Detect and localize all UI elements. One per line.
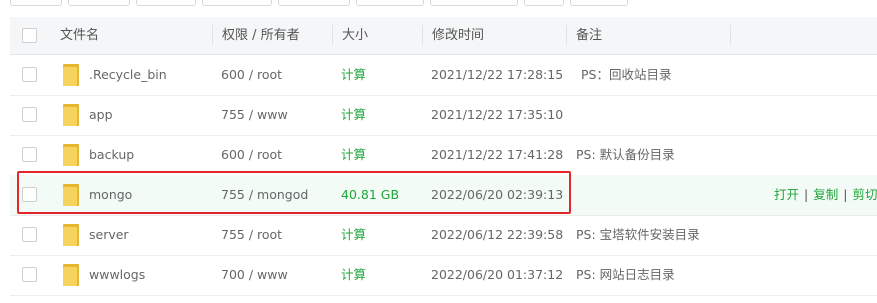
calc-size-link[interactable]: 计算 bbox=[341, 255, 366, 295]
file-name[interactable]: mongo bbox=[89, 175, 132, 215]
file-name[interactable]: .Recycle_bin bbox=[89, 55, 167, 95]
toolbar-button[interactable] bbox=[10, 0, 62, 6]
file-permission[interactable]: 755 / mongod bbox=[221, 175, 308, 215]
calc-size-link[interactable]: 计算 bbox=[341, 55, 366, 95]
file-remark[interactable]: PS：回收站目录 bbox=[581, 55, 671, 95]
header-permission[interactable]: 权限 / 所有者 bbox=[222, 17, 300, 54]
file-mtime: 2021/12/22 17:28:15 bbox=[431, 67, 564, 82]
file-mtime: 2021/12/22 17:35:10 bbox=[431, 107, 564, 122]
folder-icon bbox=[63, 224, 79, 246]
file-remark[interactable]: PS: 网站日志目录 bbox=[576, 255, 675, 295]
header-remark[interactable]: 备注 bbox=[576, 17, 602, 54]
toolbar-button[interactable] bbox=[570, 0, 628, 6]
row-actions: 打开|复制|剪切| bbox=[774, 175, 877, 215]
toolbar-button[interactable] bbox=[524, 0, 564, 6]
header-mtime[interactable]: 修改时间 bbox=[432, 17, 484, 54]
header-divider bbox=[730, 25, 731, 45]
header-size[interactable]: 大小 bbox=[342, 17, 368, 54]
file-permission[interactable]: 600 / root bbox=[221, 135, 282, 175]
file-row-app[interactable]: app 755 / www 计算 2021/12/22 17:35:10 bbox=[10, 95, 877, 136]
toolbar-button[interactable] bbox=[136, 0, 196, 6]
row-checkbox[interactable] bbox=[22, 107, 37, 122]
action-divider: | bbox=[804, 187, 809, 202]
header-divider bbox=[422, 25, 423, 45]
open-action[interactable]: 打开 bbox=[774, 187, 799, 202]
file-permission[interactable]: 755 / root bbox=[221, 215, 282, 255]
toolbar-button[interactable] bbox=[202, 0, 272, 6]
calc-size-link[interactable]: 计算 bbox=[341, 95, 366, 135]
cut-action[interactable]: 剪切 bbox=[852, 187, 877, 202]
file-name[interactable]: server bbox=[89, 215, 129, 255]
file-row-mongo[interactable]: mongo 755 / mongod 40.81 GB 2022/06/20 0… bbox=[10, 175, 877, 216]
file-mtime: 2022/06/20 02:39:13 bbox=[431, 187, 564, 202]
select-all-checkbox[interactable] bbox=[22, 28, 37, 43]
toolbar-button[interactable] bbox=[356, 0, 424, 6]
row-checkbox[interactable] bbox=[22, 147, 37, 162]
file-row-backup[interactable]: backup 600 / root 计算 2021/12/22 17:41:28… bbox=[10, 135, 877, 176]
folder-icon bbox=[63, 264, 79, 286]
copy-action[interactable]: 复制 bbox=[813, 187, 838, 202]
file-row-server[interactable]: server 755 / root 计算 2022/06/12 22:39:58… bbox=[10, 215, 877, 256]
toolbar-button[interactable] bbox=[68, 0, 130, 6]
file-table-header: 文件名 权限 / 所有者 大小 修改时间 备注 bbox=[10, 17, 877, 55]
file-mtime: 2021/12/22 17:41:28 bbox=[431, 147, 564, 162]
header-divider bbox=[332, 25, 333, 45]
file-row-recycle-bin[interactable]: .Recycle_bin 600 / root 计算 2021/12/22 17… bbox=[10, 55, 877, 96]
action-divider: | bbox=[843, 187, 848, 202]
file-mtime: 2022/06/20 01:37:12 bbox=[431, 267, 564, 282]
calc-size-link[interactable]: 计算 bbox=[341, 135, 366, 175]
file-row-wwwlogs[interactable]: wwwlogs 700 / www 计算 2022/06/20 01:37:12… bbox=[10, 255, 877, 296]
folder-icon bbox=[63, 144, 79, 166]
file-permission[interactable]: 600 / root bbox=[221, 55, 282, 95]
folder-icon bbox=[63, 184, 79, 206]
toolbar-button[interactable] bbox=[278, 0, 350, 6]
calc-size-link[interactable]: 计算 bbox=[341, 215, 366, 255]
header-divider bbox=[566, 25, 567, 45]
file-permission[interactable]: 700 / www bbox=[221, 255, 288, 295]
file-remark[interactable]: PS: 默认备份目录 bbox=[576, 135, 675, 175]
file-name[interactable]: backup bbox=[89, 135, 134, 175]
header-divider bbox=[212, 25, 213, 45]
row-checkbox[interactable] bbox=[22, 67, 37, 82]
file-permission[interactable]: 755 / www bbox=[221, 95, 288, 135]
file-remark[interactable]: PS: 宝塔软件安装目录 bbox=[576, 215, 700, 255]
row-checkbox[interactable] bbox=[22, 187, 37, 202]
file-size: 40.81 GB bbox=[341, 187, 400, 202]
folder-icon bbox=[63, 64, 79, 86]
row-checkbox[interactable] bbox=[22, 267, 37, 282]
file-mtime: 2022/06/12 22:39:58 bbox=[431, 227, 564, 242]
header-name[interactable]: 文件名 bbox=[60, 17, 99, 54]
row-checkbox[interactable] bbox=[22, 227, 37, 242]
file-name[interactable]: app bbox=[89, 95, 113, 135]
folder-icon bbox=[63, 104, 79, 126]
file-name[interactable]: wwwlogs bbox=[89, 255, 145, 295]
toolbar-button[interactable] bbox=[430, 0, 518, 6]
